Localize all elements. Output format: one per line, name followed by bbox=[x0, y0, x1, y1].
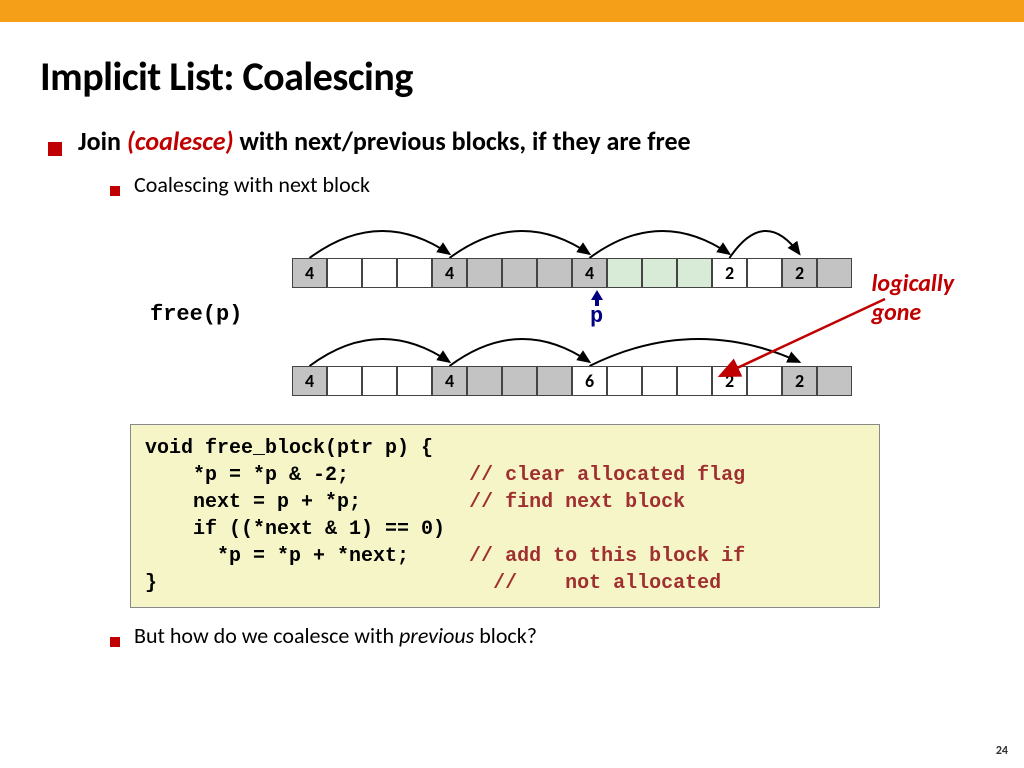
code-l2b: // clear allocated flag bbox=[349, 464, 745, 487]
sub-bullet-icon bbox=[110, 186, 120, 196]
bullet-icon bbox=[48, 142, 62, 156]
heap-cell bbox=[502, 258, 537, 288]
heap-cell bbox=[642, 258, 677, 288]
annotation-line1: logically bbox=[871, 269, 954, 298]
heap-cell: 2 bbox=[782, 258, 817, 288]
sub2-suffix: block? bbox=[474, 622, 537, 649]
code-l3b: // find next block bbox=[361, 491, 685, 514]
heap-cell bbox=[537, 258, 572, 288]
heap-cell bbox=[747, 258, 782, 288]
code-l1: void free_block(ptr p) { bbox=[145, 437, 433, 460]
main-bullet: Join (coalesce) with next/previous block… bbox=[48, 125, 984, 157]
heap-cell: 4 bbox=[572, 258, 607, 288]
heap-cell bbox=[327, 366, 362, 396]
bullet-text: Join (coalesce) with next/previous block… bbox=[78, 125, 691, 157]
code-l5b: // add to this block if bbox=[409, 545, 745, 568]
heap-cell bbox=[397, 258, 432, 288]
heap-cell bbox=[467, 366, 502, 396]
code-l3a: next = p + *p; bbox=[145, 491, 361, 514]
slide-title: Implicit List: Coalescing bbox=[40, 52, 984, 101]
sub2-italic: previous bbox=[399, 622, 474, 649]
heap-cell: 4 bbox=[292, 366, 327, 396]
heap-cell: 4 bbox=[292, 258, 327, 288]
heap-cell bbox=[677, 366, 712, 396]
accent-bar bbox=[0, 0, 1024, 22]
code-l4: if ((*next & 1) == 0) bbox=[145, 518, 445, 541]
heap-cell bbox=[607, 258, 642, 288]
page-number: 24 bbox=[996, 744, 1008, 758]
sub-text-1: Coalescing with next block bbox=[134, 171, 370, 198]
heap-cell bbox=[502, 366, 537, 396]
code-l6b: // not allocated bbox=[157, 572, 721, 595]
sub-bullet-2: But how do we coalesce with previous blo… bbox=[110, 622, 984, 649]
heap-cell bbox=[607, 366, 642, 396]
heap-cell bbox=[677, 258, 712, 288]
heap-cell bbox=[467, 258, 502, 288]
heap-cell: 2 bbox=[712, 366, 747, 396]
code-l6a: } bbox=[145, 572, 157, 595]
heap-cell bbox=[397, 366, 432, 396]
heap-cell bbox=[817, 366, 852, 396]
sub-bullet-1: Coalescing with next block bbox=[110, 171, 984, 198]
heap-cell: 6 bbox=[572, 366, 607, 396]
bullet-italic: (coalesce) bbox=[127, 125, 234, 157]
heap-cell: 2 bbox=[712, 258, 747, 288]
heap-cell bbox=[327, 258, 362, 288]
heap-cell bbox=[362, 258, 397, 288]
bullet-prefix: Join bbox=[78, 125, 127, 157]
code-block: void free_block(ptr p) { *p = *p & -2; /… bbox=[130, 424, 880, 608]
free-call-label: free(p) bbox=[150, 302, 242, 327]
annotation-text: logically gone bbox=[871, 270, 954, 328]
slide-body: Implicit List: Coalescing Join (coalesce… bbox=[0, 22, 1024, 768]
sub-bullet-icon bbox=[110, 637, 120, 647]
heap-row-after: 4 4 6 2 2 bbox=[292, 366, 852, 396]
diagram: 4 4 4 2 2 p free(p) 4 4 6 2 2 logically gone bbox=[40, 214, 984, 414]
arc-set-1 bbox=[292, 214, 852, 260]
heap-cell bbox=[362, 366, 397, 396]
heap-cell bbox=[817, 258, 852, 288]
heap-cell bbox=[642, 366, 677, 396]
arc-set-2 bbox=[292, 322, 852, 368]
heap-row-before: 4 4 4 2 2 bbox=[292, 258, 852, 288]
code-l5a: *p = *p + *next; bbox=[145, 545, 409, 568]
code-l2a: *p = *p & -2; bbox=[145, 464, 349, 487]
sub-text-2: But how do we coalesce with previous blo… bbox=[134, 622, 537, 649]
sub2-prefix: But how do we coalesce with bbox=[134, 622, 399, 649]
heap-cell bbox=[747, 366, 782, 396]
heap-cell: 2 bbox=[782, 366, 817, 396]
p-label: p bbox=[590, 304, 603, 329]
bullet-suffix: with next/previous blocks, if they are f… bbox=[234, 125, 691, 157]
heap-cell: 4 bbox=[432, 366, 467, 396]
annotation-line2: gone bbox=[871, 298, 921, 327]
heap-cell: 4 bbox=[432, 258, 467, 288]
heap-cell bbox=[537, 366, 572, 396]
